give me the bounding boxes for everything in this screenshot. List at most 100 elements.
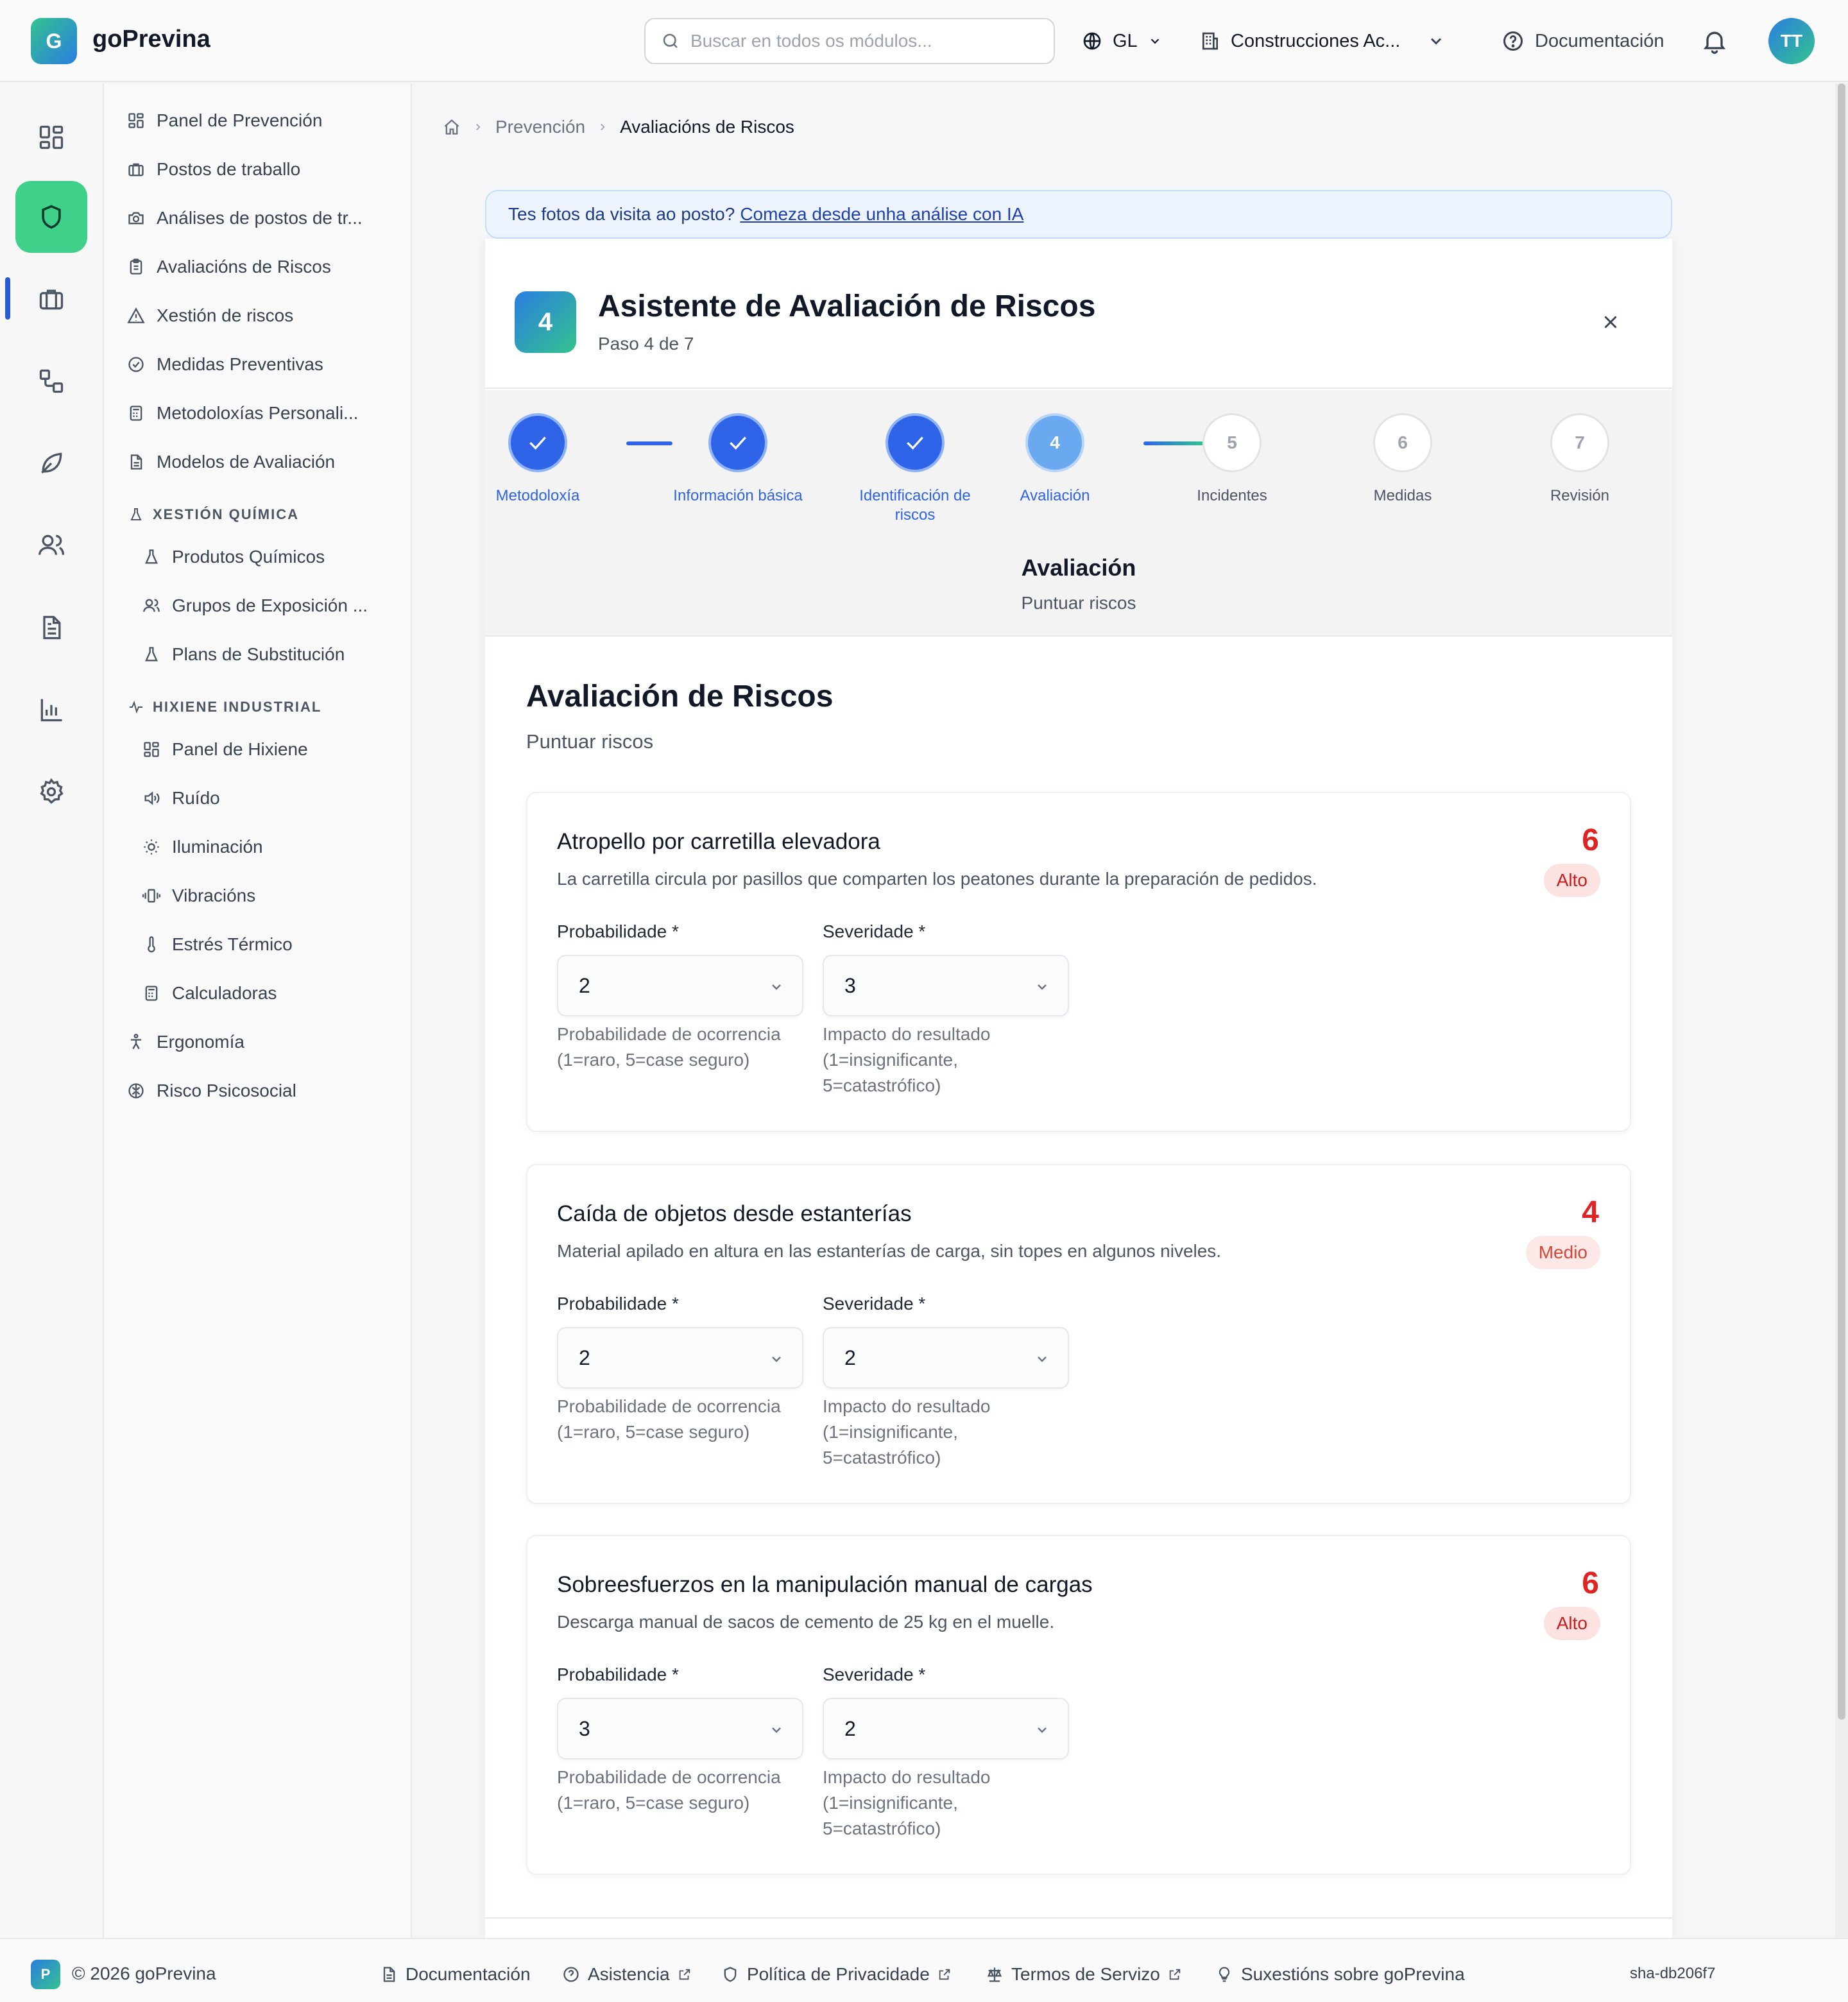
risk-score: 4	[1582, 1195, 1599, 1229]
footer-link-label: Termos de Servizo	[1011, 1964, 1160, 1984]
sidebar-item-substitution-plans[interactable]: Plans de Substitución	[142, 637, 345, 672]
footer-link-suggestions[interactable]: Suxestións sobre goPrevina	[1215, 1958, 1465, 1990]
rail-documents-button[interactable]	[15, 592, 87, 663]
footer-link-privacy[interactable]: Política de Privacidade	[721, 1958, 952, 1990]
footer-link-label: Suxestións sobre goPrevina	[1241, 1964, 1465, 1984]
severity-label: Severidade *	[823, 921, 926, 941]
app-logo[interactable]: G	[31, 18, 77, 64]
sidebar-item-label: Análises de postos de tr...	[157, 208, 363, 228]
risk-title: Atropello por carretilla elevadora	[557, 829, 880, 854]
notifications-button[interactable]	[1700, 23, 1729, 59]
banner-text: Tes fotos da visita ao posto?	[508, 204, 735, 224]
sidebar: Panel de Prevención Postos de traballo A…	[104, 83, 412, 1938]
company-selector[interactable]: Construcciones Ac...	[1200, 23, 1445, 59]
close-button[interactable]	[1595, 307, 1626, 338]
current-step-title: Avaliación	[1021, 554, 1136, 581]
sidebar-item-ergonomics[interactable]: Ergonomía	[127, 1024, 244, 1060]
risk-description: Descarga manual de sacos de cemento de 2…	[557, 1612, 1055, 1632]
breadcrumb-parent[interactable]: Prevención	[495, 117, 585, 137]
user-avatar[interactable]: TT	[1768, 18, 1815, 64]
step-label: Incidentes	[1197, 487, 1267, 504]
app-name[interactable]: goPrevina	[92, 26, 210, 53]
person-icon	[130, 1034, 142, 1050]
step-label: Revisión	[1550, 487, 1610, 504]
severity-help: Impacto do resultado (1=insignificante, …	[823, 1767, 991, 1838]
footer-link-support[interactable]: Asistencia	[562, 1958, 692, 1990]
home-icon[interactable]	[443, 118, 461, 136]
documentation-link[interactable]: Documentación	[1502, 23, 1664, 59]
document-icon	[130, 454, 142, 470]
severity-select[interactable]: 2	[823, 1327, 1069, 1389]
sidebar-item-psychosocial-risk[interactable]: Risco Psicosocial	[127, 1073, 296, 1109]
step-label: Identificación de riscos	[859, 487, 971, 524]
sidebar-item-workplaces[interactable]: Postos de traballo	[127, 151, 300, 187]
rail-settings-button[interactable]	[15, 756, 87, 828]
sidebar-item-noise[interactable]: Ruído	[142, 780, 220, 816]
risk-score: 6	[1582, 823, 1599, 857]
sidebar-item-label: Ergonomía	[157, 1032, 244, 1052]
search-input[interactable]	[690, 31, 1037, 51]
sidebar-item-calculators[interactable]: Calculadoras	[142, 975, 277, 1011]
sidebar-item-chemical-products[interactable]: Produtos Químicos	[142, 539, 325, 575]
globe-icon	[1083, 32, 1101, 50]
risk-level-badge: Alto	[1543, 1607, 1600, 1640]
briefcase-icon	[39, 289, 64, 310]
sidebar-item-risk-management[interactable]: Xestión de riscos	[127, 298, 293, 334]
probability-select[interactable]: 2	[557, 955, 803, 1016]
sidebar-item-label: Modelos de Avaliación	[157, 452, 336, 472]
section-label: XESTIÓN QUÍMICA	[153, 506, 300, 522]
footer-link-terms[interactable]: Termos de Servizo	[986, 1958, 1182, 1990]
probability-select[interactable]: 3	[557, 1698, 803, 1759]
risk-card: Atropello por carretilla elevadora La ca…	[526, 792, 1631, 1132]
sidebar-item-label: Panel de Hixiene	[172, 739, 308, 759]
sidebar-item-label: Postos de traballo	[157, 159, 301, 179]
lightbulb-icon	[1219, 1967, 1230, 1982]
breadcrumb: Prevención Avaliacións de Riscos	[443, 110, 794, 144]
global-search[interactable]	[644, 18, 1055, 64]
check-icon	[529, 436, 546, 450]
external-link-icon	[679, 1969, 690, 1980]
rail-workflow-button[interactable]	[15, 345, 87, 417]
rail-workplaces-button[interactable]	[15, 263, 87, 335]
sidebar-item-preventive-measures[interactable]: Medidas Preventivas	[127, 346, 323, 382]
rail-prevention-button[interactable]	[15, 181, 87, 253]
sidebar-item-vibrations[interactable]: Vibracións	[142, 878, 255, 914]
rail-reports-button[interactable]	[15, 674, 87, 746]
step-pending-circle: 7	[1550, 413, 1609, 472]
dashboard-icon	[128, 113, 144, 128]
wizard-stepper: Metodoloxía Información básica Identific…	[485, 390, 1672, 637]
rail-people-button[interactable]	[15, 509, 87, 581]
step-connector	[626, 441, 672, 445]
sidebar-item-lighting[interactable]: Iluminación	[142, 829, 263, 865]
company-label: Construcciones Ac...	[1231, 30, 1401, 51]
scrollbar-thumb[interactable]	[1838, 83, 1845, 1720]
probability-select[interactable]: 2	[557, 1327, 803, 1389]
footer-link-label: Asistencia	[588, 1964, 670, 1984]
language-selector[interactable]: GL	[1082, 23, 1162, 59]
sidebar-item-exposure-groups[interactable]: Grupos de Exposición ...	[142, 588, 368, 624]
sidebar-item-hygiene-panel[interactable]: Panel de Hixiene	[142, 732, 308, 767]
section-label: HIXIENE INDUSTRIAL	[153, 699, 322, 715]
banner-link[interactable]: Comeza desde unha análise con IA	[740, 204, 1023, 225]
footer: P © 2026 goPrevina Documentación Asisten…	[0, 1938, 1848, 2002]
rail-dashboard-button[interactable]	[15, 101, 87, 173]
sidebar-item-prevention-panel[interactable]: Panel de Prevención	[127, 103, 322, 139]
footer-link-documentation[interactable]: Documentación	[380, 1958, 531, 1990]
sidebar-item-label: Plans de Substitución	[172, 644, 345, 664]
sidebar-item-thermal-stress[interactable]: Estrés Térmico	[142, 927, 293, 963]
current-step-description: Puntuar riscos	[1021, 593, 1136, 613]
severity-select[interactable]: 3	[823, 955, 1069, 1016]
severity-select[interactable]: 2	[823, 1698, 1069, 1759]
step-label: Información básica	[673, 487, 803, 504]
sidebar-item-workplace-analysis[interactable]: Análises de postos de tr...	[127, 200, 363, 236]
flask-icon	[145, 549, 158, 564]
rail-environment-button[interactable]	[15, 427, 87, 499]
leaf-icon	[41, 452, 62, 474]
sidebar-item-label: Produtos Químicos	[172, 547, 325, 567]
sidebar-item-assessment-models[interactable]: Modelos de Avaliación	[127, 444, 335, 480]
sidebar-item-custom-methodologies[interactable]: Metodoloxías Personali...	[127, 395, 358, 431]
sidebar-item-label: Panel de Prevención	[157, 110, 323, 130]
sidebar-item-risk-assessments[interactable]: Avaliacións de Riscos	[127, 249, 331, 285]
chevron-down-icon	[1038, 984, 1047, 990]
chevron-down-icon	[1151, 38, 1159, 44]
